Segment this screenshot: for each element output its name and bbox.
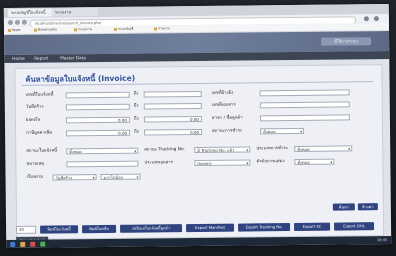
chevron-down-icon: ▾ bbox=[348, 146, 351, 152]
ref-no-input[interactable] bbox=[259, 89, 350, 97]
chevron-down-icon: ▾ bbox=[300, 128, 303, 134]
bookmark-label: ระบบงาน bbox=[77, 27, 92, 32]
amount-to-label: ถึง bbox=[133, 116, 139, 122]
amount-from-input[interactable]: 0.00 bbox=[65, 116, 130, 124]
browser-icon[interactable] bbox=[30, 241, 36, 247]
remark-label: หมายเหตุ bbox=[26, 161, 45, 167]
bookmark-label: รายงาน bbox=[157, 26, 170, 31]
date-to-label: ถึง bbox=[133, 103, 139, 109]
invoice-no-from-input[interactable] bbox=[65, 91, 130, 99]
vat-from-input[interactable]: 0.00 bbox=[66, 129, 131, 137]
monitor-screen: ระบบบัญชีใบแจ้งหนี้ ระบบงาน localhost/in… bbox=[3, 3, 392, 249]
pay-status-select[interactable]: ทั้งหมด ▾ bbox=[260, 127, 305, 135]
folder-icon bbox=[73, 27, 77, 31]
branch-label: สาขา / ชื่อลูกค้า bbox=[211, 115, 243, 121]
order-select[interactable]: วันที่สร้าง ▾ bbox=[52, 174, 97, 181]
chevron-down-icon: ▾ bbox=[246, 147, 249, 153]
status-label: สถานะใบแจ้งหนี้ bbox=[26, 148, 58, 154]
payment-type-label: ประเภทการชำระ bbox=[256, 146, 289, 152]
chevron-down-icon: ▾ bbox=[134, 148, 137, 154]
amount-to-input[interactable]: 0.00 bbox=[143, 115, 202, 123]
export-tracking-button[interactable]: Export Tracking No. bbox=[238, 223, 291, 232]
reload-icon[interactable] bbox=[21, 19, 27, 25]
forward-icon[interactable] bbox=[14, 19, 20, 25]
branch-input[interactable] bbox=[259, 114, 350, 122]
bookmark-label: Apps bbox=[11, 27, 21, 32]
direction-select[interactable]: มากไปน้อย ▾ bbox=[100, 173, 141, 181]
doc-type-label: ประเภทเอกสาร bbox=[144, 160, 173, 166]
bookmark-item[interactable]: Apps bbox=[7, 27, 21, 33]
bookmark-item[interactable]: รายงาน bbox=[153, 26, 170, 31]
clear-button[interactable]: ล้างค่า bbox=[357, 203, 378, 211]
sort-label: ลำดับการแสดง bbox=[256, 159, 285, 165]
folder-icon bbox=[33, 28, 37, 32]
photo-background: ระบบบัญชีใบแจ้งหนี้ ระบบงาน localhost/in… bbox=[0, 0, 396, 256]
vat-to-input[interactable]: 0.00 bbox=[144, 128, 203, 136]
bookmark-label: Bookmarks bbox=[37, 27, 57, 32]
page-size-select[interactable]: 20 bbox=[16, 225, 37, 234]
doc-no-label: เลขที่เอกสาร bbox=[211, 102, 236, 108]
remark-input[interactable] bbox=[66, 160, 139, 168]
doc-type-select[interactable]: Invoice ▾ bbox=[194, 159, 251, 167]
chevron-down-icon: ▾ bbox=[92, 175, 95, 181]
amount-label: ยอดเงิน bbox=[25, 117, 41, 123]
print-invoice-button[interactable]: พิมพ์ใบแจ้งหนี้ bbox=[40, 225, 79, 234]
direction-value: มากไปน้อย bbox=[103, 174, 123, 180]
folder-icon bbox=[113, 27, 117, 31]
vat-label: ภาษีมูลค่าเพิ่ม bbox=[26, 130, 53, 136]
payment-type-select[interactable]: ทั้งหมด ▾ bbox=[294, 145, 353, 152]
export-sc-button[interactable]: Export SC bbox=[294, 222, 331, 231]
print-receipt-button[interactable]: พิมพ์ใบเสร็จ bbox=[82, 224, 117, 234]
email-invoice-button[interactable]: ส่งอีเมลใบแจ้งหนี้ลูกค้า bbox=[120, 224, 183, 233]
clock: 10:45 bbox=[376, 238, 388, 243]
folder-icon[interactable] bbox=[20, 241, 26, 247]
vat-to-label: ถึง bbox=[134, 129, 139, 135]
menu-home[interactable]: Home bbox=[12, 55, 24, 63]
bookmark-label: ระบบบัญชี bbox=[117, 26, 134, 31]
invoice-no-to-input[interactable] bbox=[143, 90, 202, 98]
tracking-value: มี Tracking No. แล้ว bbox=[197, 147, 235, 154]
pay-status-value: ทั้งหมด bbox=[263, 129, 276, 135]
back-icon[interactable] bbox=[7, 19, 13, 25]
export-manifest-button[interactable]: Export Manifest bbox=[186, 223, 235, 233]
export-dhl-button[interactable]: Export DHL bbox=[334, 222, 375, 231]
excel-icon[interactable] bbox=[40, 241, 46, 247]
invoice-no-label: เลขที่ใบแจ้งหนี้ bbox=[25, 92, 54, 98]
sort-value: ทั้งหมด bbox=[297, 159, 310, 165]
start-icon[interactable] bbox=[10, 241, 16, 247]
payment-type-value: ทั้งหมด bbox=[297, 146, 310, 152]
order-value: วันที่สร้าง bbox=[55, 175, 72, 181]
menu-report[interactable]: Report bbox=[34, 55, 48, 63]
folder-icon bbox=[153, 26, 157, 30]
date-from-input[interactable] bbox=[65, 103, 130, 111]
invoice-no-to-label: ถึง bbox=[133, 91, 139, 97]
tracking-select[interactable]: มี Tracking No. แล้ว ▾ bbox=[194, 146, 251, 154]
pay-status-label: สถานะการชำระ bbox=[212, 128, 243, 134]
user-menu[interactable]: ผู้ใช้งานระบบ bbox=[321, 37, 372, 46]
order-label: เรียงตาม bbox=[26, 174, 43, 180]
date-to-input[interactable] bbox=[143, 102, 202, 110]
doc-no-input[interactable] bbox=[259, 101, 350, 109]
doc-type-value: Invoice bbox=[197, 160, 212, 167]
browser-tab[interactable]: ระบบงาน bbox=[51, 8, 98, 17]
status-value: ทั้งหมด bbox=[69, 149, 82, 155]
chevron-down-icon: ▾ bbox=[330, 159, 333, 165]
status-select[interactable]: ทั้งหมด ▾ bbox=[66, 147, 139, 155]
date-label: วันที่สร้าง bbox=[25, 104, 44, 110]
ref-no-label: เลขที่อ้างอิง bbox=[211, 90, 234, 96]
star-icon[interactable] bbox=[363, 16, 369, 22]
search-button[interactable]: ค้นหา bbox=[332, 203, 355, 211]
menu-icon[interactable] bbox=[373, 16, 379, 22]
tracking-label: สถานะ Tracking No. bbox=[144, 147, 185, 153]
sort-select[interactable]: ทั้งหมด ▾ bbox=[294, 158, 335, 165]
bookmark-item[interactable]: Bookmarks bbox=[33, 27, 57, 32]
chevron-down-icon: ▾ bbox=[136, 174, 139, 180]
chevron-down-icon: ▾ bbox=[246, 160, 249, 166]
search-panel: ค้นหาข้อมูลใบแจ้งหนี้ (Invoice) เลขที่ใบ… bbox=[14, 64, 385, 240]
apps-icon bbox=[7, 28, 11, 32]
menu-master-data[interactable]: Master Data bbox=[60, 54, 86, 62]
bookmark-item[interactable]: ระบบบัญชี bbox=[113, 26, 134, 32]
bookmark-item[interactable]: ระบบงาน bbox=[73, 27, 92, 32]
browser-tab-active[interactable]: ระบบบัญชีใบแจ้งหนี้ bbox=[7, 8, 54, 17]
